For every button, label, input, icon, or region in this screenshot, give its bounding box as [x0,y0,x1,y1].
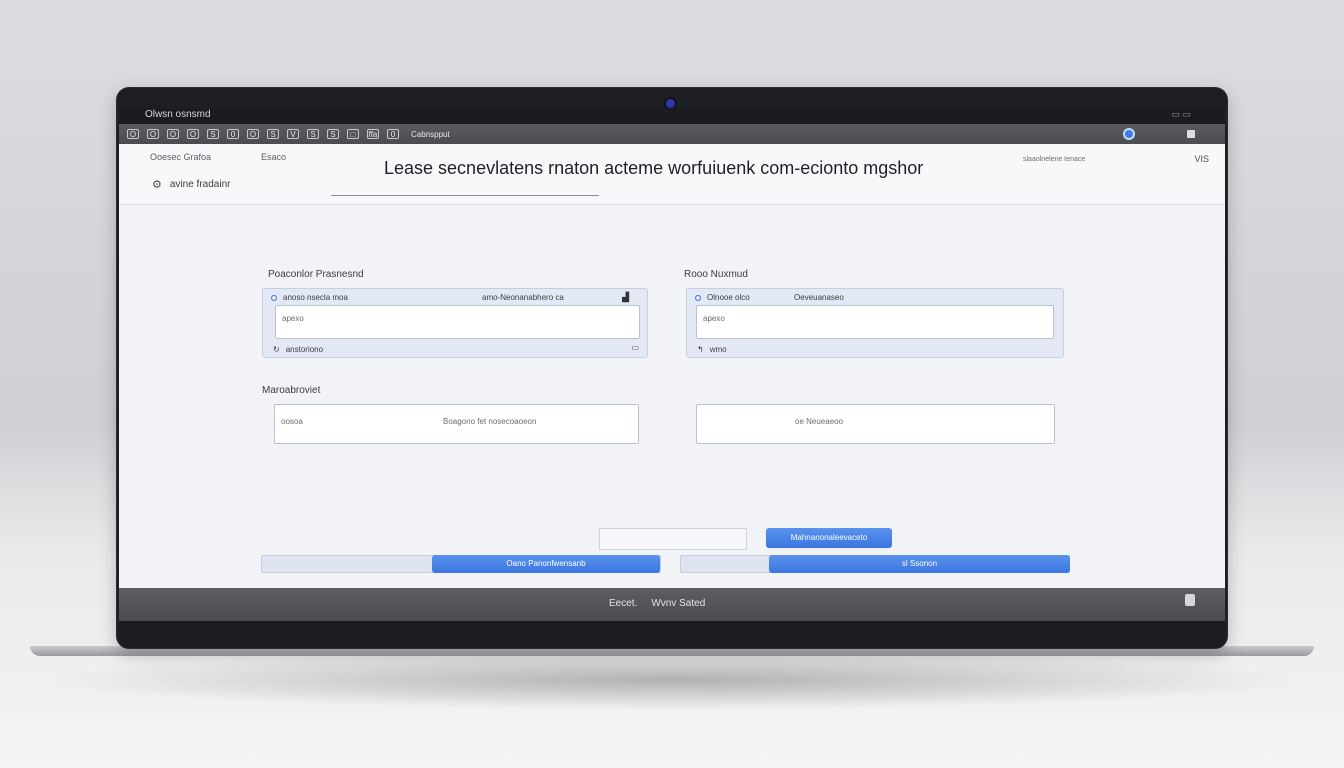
secondary-box[interactable] [599,528,747,550]
toolbar-settings-icon[interactable]: S [307,129,319,139]
toolbar-refresh-icon[interactable]: O [167,129,179,139]
laptop-chin [119,621,1225,647]
toolbar-back-icon[interactable]: O [127,129,139,139]
right-card-title: Olnooe olco [707,293,750,302]
left-text-field[interactable]: oosoa Boagono fet nosecoaoeon [274,404,639,444]
toolbar-save-icon[interactable]: S [207,129,219,139]
right-card-footer-text: wmo [709,345,727,354]
right-action-button[interactable]: sl Ssonon [769,555,1070,573]
toolbar: O O O O S 0 O S V S S □ ffa 0 Cabnspput [119,124,1225,144]
left-card-input[interactable]: apexo [275,305,640,339]
status-bar-text: Eecet. Wvnv Sated [609,598,705,609]
left-card-footer-text: anstoriono [285,345,324,354]
toolbar-forward-icon[interactable]: O [147,129,159,139]
left-card: anoso nsecla moa amo-Neonanabhero ca ▟ a… [262,288,648,358]
right-card-input-placeholder: apexo [703,314,725,323]
toolbar-view-icon[interactable]: V [287,129,299,139]
left-field-value: Boagono fet nosecoaoeon [443,417,537,426]
left-card-input-placeholder: apexo [282,314,304,323]
expand-icon[interactable]: ▟ [622,292,629,303]
nav-link-primary[interactable]: Ooesec Grafoa [150,152,211,162]
settings-icon[interactable]: ⚙ [152,178,162,191]
toolbar-window-icon[interactable]: □ [347,129,359,139]
right-card-meta: Oeveuanaseo [794,293,844,302]
breadcrumb-text[interactable]: avine fradainr [170,179,231,190]
right-panel-label: Rooo Nuxmud [684,269,748,280]
right-card-input[interactable]: apexo [696,305,1054,339]
page-title: Lease secnevlatens rnaton acteme worfuiu… [384,158,924,178]
breadcrumb: ⚙ avine fradainr [152,178,230,191]
left-panel-label: Poaconlor Prasnesnd [268,269,364,280]
toolbar-label[interactable]: Cabnspput [411,130,450,139]
header-status-text: slaaolnelene tenace [1023,156,1086,163]
left-field-label: Maroabroviet [262,385,321,396]
webcam [666,99,675,108]
nav-link-secondary[interactable]: Esaco [261,152,286,162]
notification-icon[interactable] [1185,594,1195,606]
left-action-button[interactable]: Oano Panonfwensanb [432,555,660,573]
status-left: Eecet. [609,598,638,609]
link-icon[interactable]: ↻ [273,345,280,354]
window-controls[interactable]: ▭ ▭ [1171,109,1191,120]
right-field-value: oe Neueaeoo [795,417,844,426]
toolbar-format-icon[interactable]: ffa [367,129,379,139]
radio-icon[interactable] [695,294,701,301]
main-content: Poaconlor Prasnesnd anoso nsecla moa amo… [119,205,1225,588]
toolbar-print-icon[interactable]: 0 [227,129,239,139]
app-window: Olwsn osnsmd ▭ ▭ O O O O S 0 O S V S S □… [119,108,1225,621]
profile-icon[interactable] [1123,128,1135,140]
left-card-title: anoso nsecla moa [283,293,348,302]
submit-button[interactable]: Mahnanonaleevaceto [766,528,892,548]
toolbar-search-icon[interactable]: O [247,129,259,139]
desk-shadow [40,650,1304,710]
right-card-footer: ↰ wmo [697,345,727,354]
left-card-meta: amo-Neonanabhero ca [482,293,564,302]
status-bar: Eecet. Wvnv Sated [119,588,1225,621]
toolbar-share-icon[interactable]: S [267,129,279,139]
status-right: Wvnv Sated [651,598,706,609]
breadcrumb-underline [331,195,599,196]
toolbar-info-icon[interactable]: 0 [387,129,399,139]
left-card-footer: ↻ anstoriono [273,345,323,354]
right-card: Olnooe olco Oeveuanaseo apexo ↰ wmo [686,288,1064,358]
edit-icon[interactable]: ▭ [631,343,639,352]
title-bar: Olwsn osnsmd ▭ ▭ [119,108,1225,124]
pin-icon[interactable]: ↰ [697,345,704,354]
menu-icon[interactable] [1187,130,1195,138]
toolbar-home-icon[interactable]: O [187,129,199,139]
left-field-placeholder: oosoa [281,417,303,426]
toolbar-sync-icon[interactable]: S [327,129,339,139]
radio-icon[interactable] [271,294,277,301]
right-text-field[interactable]: oe Neueaeoo [696,404,1055,444]
close-icon[interactable]: VIS [1194,154,1209,164]
window-title: Olwsn osnsmd [145,109,211,120]
page-header: Ooesec Grafoa Esaco ⚙ avine fradainr Lea… [119,144,1225,205]
right-card-header: Olnooe olco [695,293,750,302]
left-card-header: anoso nsecla moa [271,293,348,302]
